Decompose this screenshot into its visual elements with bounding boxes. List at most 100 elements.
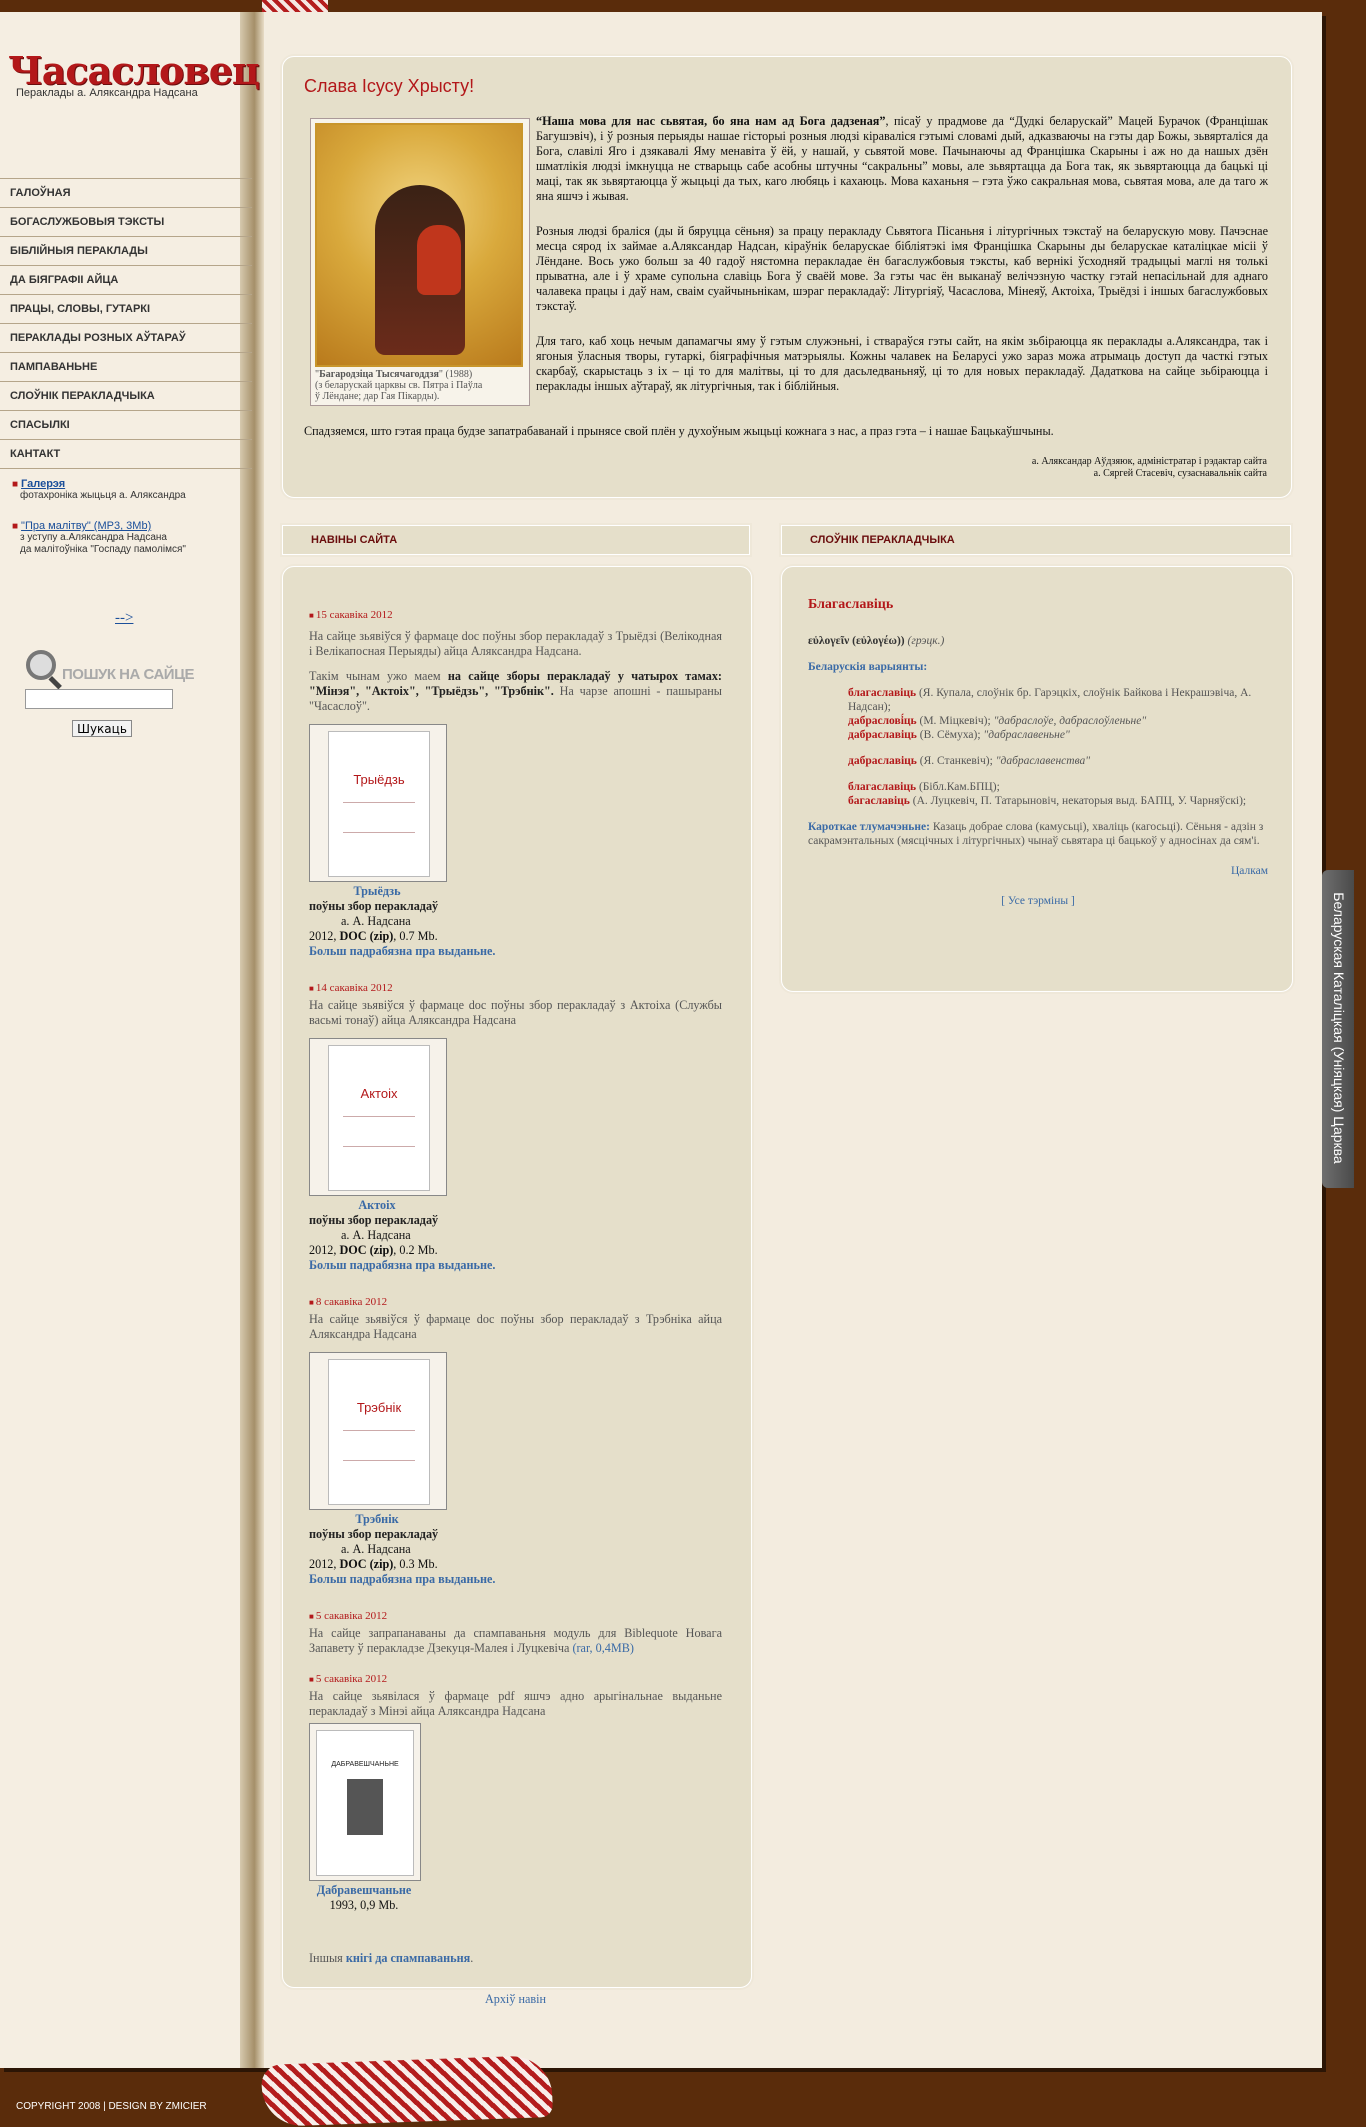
variant-source: (А. Луцкевіч, П. Татарыновіч, некаторыя … <box>909 795 1247 807</box>
search-label: ПОШУК НА САЙЦЕ <box>62 666 195 683</box>
news-text: На сайце зьявіўся ў фармаце doc поўны зб… <box>309 998 722 1027</box>
cover-title: Трыёдзь <box>353 772 405 787</box>
variant-source: (Бібл.Кам.БПЦ); <box>916 781 1000 793</box>
other-books-link[interactable]: кнігі да спампаваньня <box>346 1951 470 1965</box>
full-entry-link[interactable]: Цалкам <box>808 864 1268 878</box>
download-link[interactable]: (rar, 0,4MB) <box>572 1641 633 1655</box>
nav-item-other-authors[interactable]: ПЕРАКЛАДЫ РОЗНЫХ АЎТАРАЎ <box>0 324 252 353</box>
prayer-audio-link[interactable]: "Пра малітву" (MP3, 3Mb) <box>21 520 151 532</box>
more-details-link[interactable]: Больш падрабязна пра выданьне. <box>309 944 722 959</box>
variant-word: благаславіць <box>848 781 917 793</box>
dictionary-word: Благаславіць <box>808 597 894 612</box>
variant-word: благаславіць <box>848 687 917 699</box>
variant-list: благаславіць (Я. Купала, слоўнік бр. Гар… <box>808 686 1268 808</box>
greek-term: εὐλογεῖν (εὐλογέω)) <box>808 635 905 647</box>
other-books-text: . <box>470 1951 474 1965</box>
nav-item-works[interactable]: ПРАЦЫ, СЛОВЫ, ГУТАРКІ <box>0 295 252 324</box>
variant-example: "дабраславенства" <box>995 755 1091 767</box>
book-title[interactable]: Актоіх <box>309 1198 445 1213</box>
book-year: 2012, <box>309 1557 340 1571</box>
welcome-paragraph-3: Для таго, каб хоць нечым дапамагчы яму ў… <box>536 334 1268 393</box>
welcome-paragraph-1: “Наша мова для нас сьвятая, бо яна нам а… <box>536 114 1268 204</box>
more-details-link[interactable]: Больш падрабязна пра выданьне. <box>309 1258 722 1273</box>
book-cover-tryodz[interactable]: Трыёдзь <box>309 724 447 882</box>
book-title[interactable]: Дабравешчаньне <box>309 1883 419 1898</box>
nav-item-biography[interactable]: ДА БІЯГРАФІІ АЙЦА <box>0 266 252 295</box>
variant-item: дабраславіць (Я. Станкевіч); "дабраславе… <box>848 754 1268 768</box>
other-books-line: Іншыя кнігі да спампаваньня. <box>309 1951 722 1966</box>
more-details-link[interactable]: Больш падрабязна пра выданьне. <box>309 1572 722 1587</box>
icon-child <box>417 225 461 295</box>
book-info: 2012, DOC (zip), 0.2 Mb. <box>309 1243 722 1258</box>
book-format: DOC (zip) <box>339 1557 394 1571</box>
dictionary-greek: εὐλογεῖν (εὐλογέω)) (грэцк.) <box>808 634 1268 648</box>
book-author: а. А. Надсана <box>341 1228 411 1242</box>
icon-caption: "Багародзіца Тысячагоддзя" (1988) (з бела… <box>315 369 483 402</box>
search-button[interactable]: Шукаць <box>72 720 132 737</box>
book-year: 2012, <box>309 1243 340 1257</box>
news-text: Такім чынам ужо маем на сайце зборы пера… <box>309 669 722 714</box>
nav-item-links[interactable]: СПАСЫЛКІ <box>0 411 252 440</box>
news-date: 8 сакавіка 2012 <box>309 1295 722 1310</box>
cover-title: ДАБРАВЕШЧАНЬНЕ <box>331 1761 399 1768</box>
prayer-desc-1: з уступу а.Аляксандра Надсана <box>20 532 167 543</box>
news-text: На сайце зьявілася ў фармаце pdf яшчэ ад… <box>309 1689 722 1718</box>
archive-wrap: Архіў навін <box>309 1992 722 2007</box>
welcome-closing: Спадзяемся, што гэтая праца будзе запатр… <box>304 424 1054 438</box>
book-cover-trebnik[interactable]: Трэбнік <box>309 1352 447 1510</box>
variant-item: благаславіць (Бібл.Кам.БПЦ); <box>848 780 1268 794</box>
nav-item-liturgical-texts[interactable]: БОГАСЛУЖБОВЫЯ ТЭКСТЫ <box>0 208 252 237</box>
book-author: а. А. Надсана <box>341 1542 411 1556</box>
dictionary-entry: Благаславіць εὐλογεῖν (εὐλογέω)) (грэцк.… <box>808 598 1268 908</box>
book-title[interactable]: Трэбнік <box>309 1512 445 1527</box>
book-size: , 0.2 Mb. <box>393 1243 438 1257</box>
variant-source: (М. Міцкевіч); <box>916 715 994 727</box>
short-definition: Кароткае тлумачэньне: Казаць добрае слов… <box>808 820 1268 848</box>
all-terms-link[interactable]: [ Усе тэрміны ] <box>808 894 1268 908</box>
news-text: На сайце запрапанаваны да спампаваньня м… <box>309 1626 722 1656</box>
church-tab[interactable]: Беларуская Каталіцкая (Уніяцкая) Царква <box>1322 870 1354 1188</box>
search-input[interactable] <box>25 689 173 709</box>
icon-caption-line2: (з беларускай царквы св. Пятра і Паўла <box>315 380 483 391</box>
variant-word: дабраславіць <box>848 755 917 767</box>
cover-title: Актоіх <box>360 1086 398 1101</box>
icon-image <box>315 123 523 367</box>
magnifier-icon <box>26 650 56 680</box>
cover-line <box>343 802 415 803</box>
nav-item-dictionary[interactable]: СЛОЎНІК ПЕРАКЛАДЧЫКА <box>0 382 252 411</box>
variant-example: "дабраславеньне" <box>983 729 1070 741</box>
news-text: На сайце зьявіўся ў фармаце doc поўны зб… <box>309 1312 722 1341</box>
nav-item-contact[interactable]: КАНТАКТ <box>0 440 252 469</box>
signature-1: а. Аляксандар Аўдзяюк, адміністратар і р… <box>1031 456 1267 467</box>
book-cover-aktoih[interactable]: Актоіх <box>309 1038 447 1196</box>
icon-caption-year: (1988) <box>443 369 473 380</box>
icon-figure-box: "Багародзіца Тысячагоддзя" (1988) (з бела… <box>310 118 530 406</box>
book-size: , 0.3 Mb. <box>393 1557 438 1571</box>
variant-item: дабраслові́ць (М. Міцкевіч); "дабраслоўе… <box>848 714 1268 728</box>
cover-title: Трэбнік <box>356 1400 402 1415</box>
book-cover-dabraveshchanne[interactable]: ДАБРАВЕШЧАНЬНЕ <box>309 1723 421 1881</box>
news-archive-link[interactable]: Архіў навін <box>485 1992 546 2006</box>
book-subtitle: поўны збор перакладаў <box>309 899 439 913</box>
welcome-paragraph-2: Розныя людзі браліся (ды й бяруцца сёньн… <box>536 224 1268 313</box>
welcome-quote: “Наша мова для нас сьвятая, бо яна нам а… <box>536 114 886 128</box>
welcome-text: “Наша мова для нас сьвятая, бо яна нам а… <box>536 114 1268 414</box>
cover-line <box>343 1460 415 1461</box>
book-author: а. А. Надсана <box>341 914 411 928</box>
news-text-part: На сайце запрапанаваны да спампаваньня м… <box>309 1626 722 1655</box>
ornament-bottom <box>261 2054 553 2127</box>
variant-item: благаславіць (Я. Купала, слоўнік бр. Гар… <box>848 686 1268 714</box>
nav-item-bible-translations[interactable]: БІБЛІЙНЫЯ ПЕРАКЛАДЫ <box>0 237 252 266</box>
icon-caption-title: Багародзіца Тысячагоддзя <box>319 369 439 380</box>
news-date: 15 сакавіка 2012 <box>309 608 722 623</box>
cover-line <box>343 832 415 833</box>
nav-item-home[interactable]: ГАЛОЎНАЯ <box>0 179 252 208</box>
site-subtitle: Пераклады а. Аляксандра Надсана <box>16 87 198 99</box>
arrow-link[interactable]: --> <box>115 610 133 627</box>
book-size: , 0.7 Mb. <box>393 929 438 943</box>
gallery-link[interactable]: Галерэя <box>21 478 65 490</box>
nav-item-downloads[interactable]: ПАМПАВАНЬНЕ <box>0 353 252 382</box>
book-title[interactable]: Трыёдзь <box>309 884 445 899</box>
gallery-desc: фотахроніка жыцьця а. Аляксандра <box>20 490 186 501</box>
variant-word: багаславіць <box>848 795 910 807</box>
